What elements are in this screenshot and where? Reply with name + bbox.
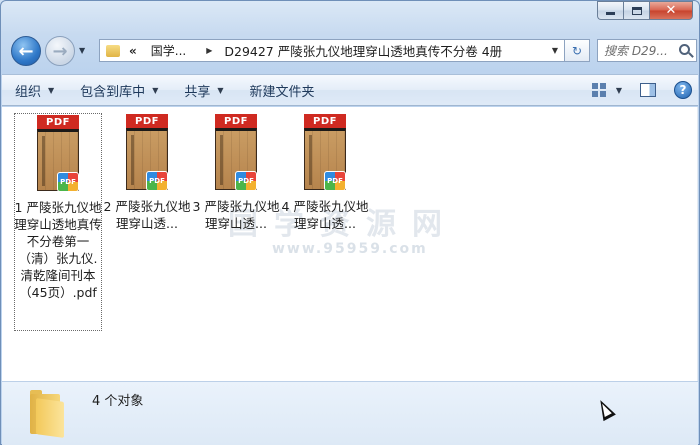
recent-pages-dropdown[interactable]: ▼ [79, 46, 85, 55]
maximize-icon [631, 6, 642, 15]
close-button[interactable]: ✕ [649, 1, 693, 20]
file-item[interactable]: PDF PDF 4 严陵张九仪地理穿山透... [281, 113, 369, 232]
maximize-button[interactable] [623, 1, 649, 20]
file-item[interactable]: PDF PDF 3 严陵张九仪地理穿山透... [192, 113, 280, 232]
folder-icon [30, 390, 64, 438]
include-in-library-label: 包含到库中 [80, 84, 146, 100]
pdf-type-tag: PDF [304, 114, 346, 128]
file-name: 4 严陵张九仪地理穿山透... [281, 199, 369, 231]
pdf-app-badge-icon: PDF [324, 171, 346, 191]
caption-buttons: ✕ [597, 1, 693, 20]
address-bar[interactable]: « 国学... ▶ D29427 严陵张九仪地理穿山透地真传不分卷 4册 ▼ [99, 39, 565, 62]
command-bar-right: ▼ ? [591, 75, 692, 105]
refresh-button[interactable]: ↻ [565, 39, 590, 62]
file-name: 3 严陵张九仪地理穿山透... [192, 199, 280, 231]
address-overflow-button[interactable]: « [129, 44, 137, 58]
details-pane: 4 个对象 [2, 381, 698, 445]
back-arrow-icon: ← [18, 40, 34, 62]
preview-pane-button[interactable] [640, 83, 656, 97]
watermark-url: www.95959.com [272, 241, 428, 257]
pdf-type-tag: PDF [215, 114, 257, 128]
organize-menu[interactable]: 组织 ▼ [2, 75, 67, 105]
pdf-file-icon: PDF PDF [211, 114, 261, 192]
change-view-button[interactable] [591, 83, 606, 97]
view-options-dropdown-icon[interactable]: ▼ [616, 86, 622, 95]
file-name: 1 严陵张九仪地理穿山透地真传不分卷第一（清）张九仪.清乾隆间刊本（45页）.p… [14, 200, 102, 300]
share-menu[interactable]: 共享 ▼ [171, 75, 236, 105]
pdf-file-icon: PDF PDF [300, 114, 350, 192]
file-list[interactable]: 国学资源网 www.95959.com PDF PDF 1 严陵张九仪地理穿山透… [2, 107, 698, 381]
navigation-bar: ← → ▼ « 国学... ▶ D29427 严陵张九仪地理穿山透地真传不分卷 … [9, 34, 697, 66]
search-input[interactable]: 搜索 D29... [597, 39, 697, 62]
folder-icon [106, 44, 120, 57]
file-name: 2 严陵张九仪地理穿山透... [103, 199, 191, 231]
pdf-file-icon: PDF PDF [33, 115, 83, 193]
command-bar: 组织 ▼ 包含到库中 ▼ 共享 ▼ 新建文件夹 ▼ ? [2, 74, 698, 106]
search-placeholder: 搜索 D29... [604, 44, 668, 58]
forward-button[interactable]: → [45, 36, 75, 66]
share-label: 共享 [184, 84, 211, 100]
organize-label: 组织 [15, 84, 42, 100]
breadcrumb-separator-icon[interactable]: ▶ [206, 46, 212, 55]
pdf-app-badge-icon: PDF [146, 171, 168, 191]
pdf-file-icon: PDF PDF [122, 114, 172, 192]
minimize-button[interactable] [597, 1, 623, 20]
minimize-icon [606, 12, 615, 15]
back-button[interactable]: ← [11, 36, 41, 66]
chevron-down-icon: ▼ [48, 85, 55, 95]
address-dropdown-icon[interactable]: ▼ [552, 46, 558, 55]
refresh-icon: ↻ [571, 43, 583, 58]
new-folder-button[interactable]: 新建文件夹 [237, 75, 328, 105]
item-count: 4 个对象 [92, 394, 144, 409]
new-folder-label: 新建文件夹 [249, 84, 315, 100]
explorer-window: ✕ ← → ▼ « 国学... ▶ D29427 严陵张九仪地理穿山透地真传不分… [0, 0, 700, 445]
search-icon[interactable] [679, 44, 690, 55]
forward-arrow-icon: → [52, 40, 68, 62]
scroll-edge [697, 107, 698, 381]
breadcrumb-current[interactable]: D29427 严陵张九仪地理穿山透地真传不分卷 4册 [224, 41, 502, 60]
pdf-app-badge-icon: PDF [57, 172, 79, 192]
include-in-library-menu[interactable]: 包含到库中 ▼ [67, 75, 171, 105]
pdf-app-badge-icon: PDF [235, 171, 257, 191]
chevron-down-icon: ▼ [217, 85, 224, 95]
pdf-type-tag: PDF [37, 115, 79, 129]
pdf-type-tag: PDF [126, 114, 168, 128]
file-item[interactable]: PDF PDF 2 严陵张九仪地理穿山透... [103, 113, 191, 232]
chevron-down-icon: ▼ [152, 85, 159, 95]
help-button[interactable]: ? [674, 81, 692, 99]
breadcrumb-root[interactable]: 国学... [151, 42, 186, 59]
file-item[interactable]: PDF PDF 1 严陵张九仪地理穿山透地真传不分卷第一（清）张九仪.清乾隆间刊… [14, 113, 102, 331]
